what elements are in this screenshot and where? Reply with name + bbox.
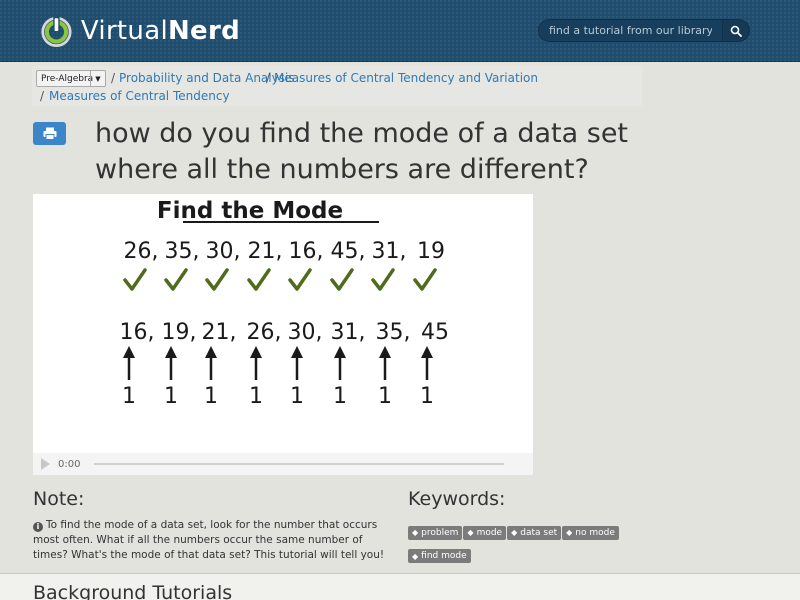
data-set-row: 26, 35, 30, 21, 16, 45, 31, 19 (124, 239, 446, 264)
print-button[interactable] (33, 122, 66, 145)
data-value: 31, (372, 239, 407, 264)
count-value: 1 (378, 384, 392, 409)
checkmark-icon (205, 268, 229, 291)
tag-icon: ◆ (511, 528, 518, 537)
subject-select-value: Pre-Algebra (41, 73, 94, 84)
data-value: 30, (206, 239, 241, 264)
data-value: 26, (124, 239, 159, 264)
count-value: 1 (420, 384, 434, 409)
keyword-tag-label: data set (520, 527, 558, 538)
logo-text-virtual: Virtual (80, 16, 168, 46)
keyword-tag[interactable]: ◆ find mode (408, 549, 471, 563)
checkmark-row (123, 268, 437, 291)
breadcrumb: Pre-Algebra ▼ / Probability and Data Ana… (32, 66, 642, 106)
sorted-value: 21, (202, 320, 237, 345)
arrow-up-icon (421, 346, 433, 358)
video-time: 0:00 (58, 458, 81, 470)
data-value: 45, (331, 239, 366, 264)
chevron-down-icon: ▼ (90, 71, 105, 86)
play-icon[interactable] (41, 458, 50, 470)
site-header: VirtualNerd (0, 0, 800, 62)
search-button[interactable] (722, 19, 750, 42)
sorted-value: 26, (247, 320, 282, 345)
data-value: 16, (289, 239, 324, 264)
print-icon (43, 127, 56, 140)
virtualnerd-logo[interactable]: VirtualNerd (40, 10, 240, 52)
keyword-tag[interactable]: ◆ no mode (562, 525, 619, 540)
info-icon: i (33, 522, 43, 532)
sorted-value: 35, (376, 320, 411, 345)
tag-icon: ◆ (412, 528, 419, 537)
checkmark-icon (371, 268, 395, 291)
count-value: 1 (249, 384, 263, 409)
arrow-up-icon (165, 346, 177, 358)
keyword-tags: ◆ problem ◆ mode ◆ data set ◆ no mode ◆ find mode (408, 520, 648, 567)
count-row: 1 1 1 1 1 1 1 1 (122, 384, 434, 409)
keyword-tag[interactable]: ◆ problem (408, 525, 463, 540)
note-heading: Note: (33, 488, 85, 510)
keyword-tag[interactable]: ◆ mode (463, 525, 507, 540)
tag-icon: ◆ (412, 551, 419, 561)
sorted-data-row: 16, 19, 21, 26, 30, 31, 35, 45 (120, 320, 450, 345)
note-text: i To find the mode of a data set, look fo… (33, 518, 393, 563)
video-heading: Find the Mode (157, 198, 343, 224)
breadcrumb-link-measures-variation[interactable]: Measures of Central Tendency and Variati… (274, 71, 538, 85)
breadcrumb-separator: / (40, 89, 45, 103)
video-progress-bar[interactable] (94, 463, 505, 465)
note-body: To find the mode of a data set, look for… (33, 519, 385, 561)
tag-icon: ◆ (467, 528, 474, 537)
arrow-row (123, 346, 433, 380)
data-value: 35, (165, 239, 200, 264)
search-input[interactable] (538, 19, 722, 42)
count-value: 1 (122, 384, 136, 409)
power-logo-icon (41, 16, 72, 47)
keyword-tag-label: problem (421, 527, 459, 538)
search-bar (538, 19, 750, 42)
keyword-tag-label: no mode (575, 527, 615, 538)
sorted-value: 45 (421, 320, 449, 345)
keyword-tag-label: find mode (421, 551, 467, 561)
arrow-up-icon (291, 346, 303, 358)
search-icon (730, 25, 742, 37)
background-tutorials-heading: Background Tutorials (33, 582, 233, 600)
checkmark-icon (123, 268, 147, 291)
logo-text-nerd: Nerd (167, 16, 240, 46)
arrow-up-icon (123, 346, 135, 358)
arrow-up-icon (250, 346, 262, 358)
sorted-value: 19, (162, 320, 197, 345)
count-value: 1 (164, 384, 178, 409)
checkmark-icon (247, 268, 271, 291)
video-player[interactable]: Find the Mode 26, 35, 30, 21, 16, 45, 31, 19 16… (33, 194, 533, 475)
arrow-up-icon (205, 346, 217, 358)
checkmark-icon (288, 268, 312, 291)
count-value: 1 (290, 384, 304, 409)
count-value: 1 (204, 384, 218, 409)
breadcrumb-separator: / (266, 71, 271, 85)
keywords-heading: Keywords: (408, 488, 506, 510)
checkmark-icon (330, 268, 354, 291)
arrow-up-icon (379, 346, 391, 358)
keyword-tag-label: mode (476, 527, 503, 538)
sorted-value: 16, (120, 320, 155, 345)
data-value: 19 (417, 239, 445, 264)
breadcrumb-separator: / (111, 71, 116, 85)
breadcrumb-link-central-tendency[interactable]: Measures of Central Tendency (49, 89, 230, 103)
logo-text: VirtualNerd (81, 16, 240, 46)
arrow-up-icon (334, 346, 346, 358)
page-title: how do you find the mode of a data set w… (95, 118, 629, 185)
checkmark-icon (413, 268, 437, 291)
keyword-tag[interactable]: ◆ data set (507, 525, 562, 540)
video-controls: 0:00 (33, 453, 533, 475)
subject-select[interactable]: Pre-Algebra ▼ (36, 70, 106, 87)
sorted-value: 30, (288, 320, 323, 345)
checkmark-icon (164, 268, 188, 291)
data-value: 21, (248, 239, 283, 264)
video-frame: Find the Mode 26, 35, 30, 21, 16, 45, 31, 19 16… (120, 198, 450, 409)
tag-icon: ◆ (566, 528, 573, 537)
sorted-value: 31, (331, 320, 366, 345)
count-value: 1 (333, 384, 347, 409)
